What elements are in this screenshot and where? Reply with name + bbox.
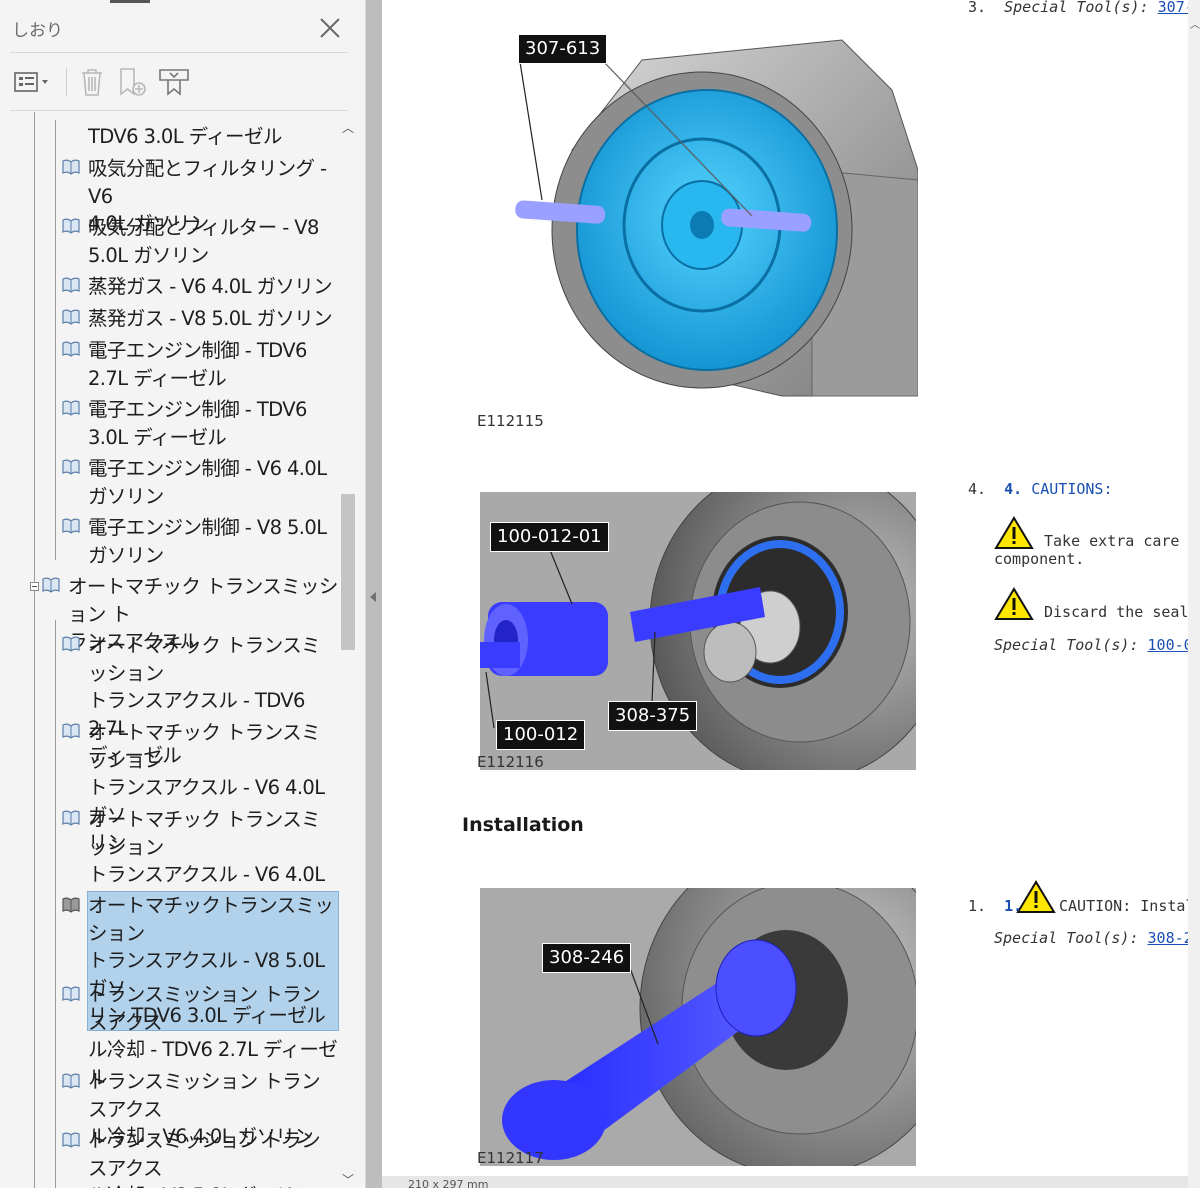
cautions-label: CAUTIONS:	[1031, 480, 1113, 498]
warning-icon	[994, 516, 1034, 550]
bookmark-icon	[62, 635, 80, 653]
special-tools-label: Special Tool(s):	[994, 929, 1139, 947]
special-tools-label: Special Tool(s):	[994, 636, 1139, 654]
scroll-up-icon[interactable]: ︿	[1190, 16, 1200, 31]
figure-id: E112117	[477, 1149, 544, 1167]
bookmarks-toolbar	[0, 60, 366, 104]
bookmarks-scrollbar[interactable]: ︿ ﹀	[340, 112, 356, 1188]
callout-100-012: 100-012	[496, 720, 586, 750]
bookmark-item[interactable]: 電子エンジン制御 - TDV6 2.7L ディーゼル	[88, 337, 338, 392]
step-4: 4. 4. CAUTIONS:	[968, 480, 1113, 498]
bookmark-icon	[62, 340, 80, 358]
panel-divider	[10, 52, 348, 53]
bookmark-item[interactable]: TDV6 3.0L ディーゼル	[88, 123, 338, 151]
close-icon[interactable]	[318, 16, 342, 40]
figure-seal-installer	[480, 888, 916, 1166]
new-bookmark-icon[interactable]	[114, 64, 150, 100]
bookmark-item[interactable]: 蒸発ガス - V6 4.0L ガソリン	[88, 273, 338, 301]
step-number: 3.	[968, 0, 987, 16]
step-3: 3. Special Tool(s): 307-613	[968, 0, 1200, 16]
toolbar-divider	[66, 68, 67, 96]
collapse-panel-icon[interactable]	[370, 592, 376, 602]
bookmark-icon	[62, 896, 80, 914]
step-number-bold: 4.	[1004, 480, 1023, 498]
panel-divider-2	[10, 110, 348, 111]
bookmark-icon	[62, 217, 80, 235]
document-view: 3. Special Tool(s): 307-613	[382, 0, 1200, 1188]
bookmark-icon	[62, 809, 80, 827]
bookmark-icon	[62, 1072, 80, 1090]
special-tools-label: Special Tool(s):	[1004, 0, 1149, 16]
caution-text-2: Discard the seal.	[1044, 603, 1198, 621]
panel-splitter[interactable]	[366, 0, 382, 1188]
bookmark-icon	[62, 399, 80, 417]
bookmark-icon	[62, 722, 80, 740]
options-menu-icon[interactable]	[12, 64, 54, 100]
tree-guide-line	[55, 120, 56, 560]
callout-100-012-01: 100-012-01	[490, 522, 609, 552]
bookmark-icon	[62, 308, 80, 326]
caution-text-1-cont: component.	[994, 550, 1085, 568]
bookmark-icon	[62, 458, 80, 476]
figure-id: E112116	[477, 753, 544, 771]
bookmark-item[interactable]: 電子エンジン制御 - TDV6 3.0L ディーゼル	[88, 396, 338, 451]
caution-text-1: Take extra care no	[1044, 532, 1200, 550]
expand-bookmark-icon[interactable]	[156, 64, 192, 100]
delete-icon[interactable]	[74, 64, 110, 100]
bookmark-icon	[62, 1131, 80, 1149]
callout-307-613: 307-613	[518, 34, 608, 64]
collapse-toggle-icon[interactable]	[30, 582, 39, 591]
bookmark-icon	[62, 158, 80, 176]
panel-title: しおり	[12, 21, 63, 41]
step-number-bold: 1.	[1004, 897, 1023, 915]
page-size-text: 210 x 297 mm	[408, 1178, 489, 1188]
bookmark-item[interactable]: 電子エンジン制御 - V8 5.0L ガソリン	[88, 514, 338, 569]
figure-torque-converter	[512, 30, 918, 400]
tree-guide-line	[55, 620, 56, 1188]
step-number: 1.	[968, 897, 987, 915]
document-scrollbar[interactable]: ︿	[1188, 0, 1200, 1188]
figure-id: E112115	[477, 412, 544, 430]
install-step-1: 1. 1.	[968, 897, 1022, 915]
bookmark-item[interactable]: 蒸発ガス - V8 5.0L ガソリン	[88, 305, 338, 333]
bookmark-icon	[42, 576, 60, 594]
callout-308-375: 308-375	[608, 701, 698, 731]
bookmark-icon	[62, 985, 80, 1003]
bookmark-item[interactable]: トランスミッション トランスアクス ル冷却 - V8 5.0L ガソリン	[88, 1127, 338, 1188]
bookmark-item[interactable]: 電子エンジン制御 - V6 4.0L ガソリン	[88, 455, 338, 510]
scroll-up-icon[interactable]: ︿	[342, 122, 354, 134]
special-tools-line: Special Tool(s): 308-246	[994, 929, 1200, 947]
panel-header: しおり	[0, 0, 366, 52]
warning-icon	[994, 587, 1034, 621]
callout-308-246: 308-246	[542, 943, 632, 973]
step-number: 4.	[968, 480, 987, 498]
bookmark-icon	[62, 517, 80, 535]
page-size-status: 210 x 297 mm	[382, 1176, 1188, 1188]
caution-text-install: CAUTION: Instal	[1059, 897, 1195, 915]
tree-guide-line	[34, 112, 35, 1188]
scrollbar-thumb[interactable]	[341, 494, 355, 650]
bookmark-tree: ・・・・・・・・・ TDV6 3.0L ディーゼル 吸気分配とフィルタリング -…	[0, 112, 340, 1188]
section-heading: Installation	[462, 814, 584, 836]
bookmarks-panel: しおり ・・・・・・・・・ TDV6 3.0L ディーゼル 吸気分配とフィルタリ…	[0, 0, 366, 1188]
bookmark-item[interactable]: 吸気分配とフィルター - V8 5.0L ガソリン	[88, 214, 338, 269]
scroll-down-icon[interactable]: ﹀	[342, 1174, 354, 1186]
bookmark-icon	[62, 276, 80, 294]
special-tools-line: Special Tool(s): 100-012	[994, 636, 1200, 654]
